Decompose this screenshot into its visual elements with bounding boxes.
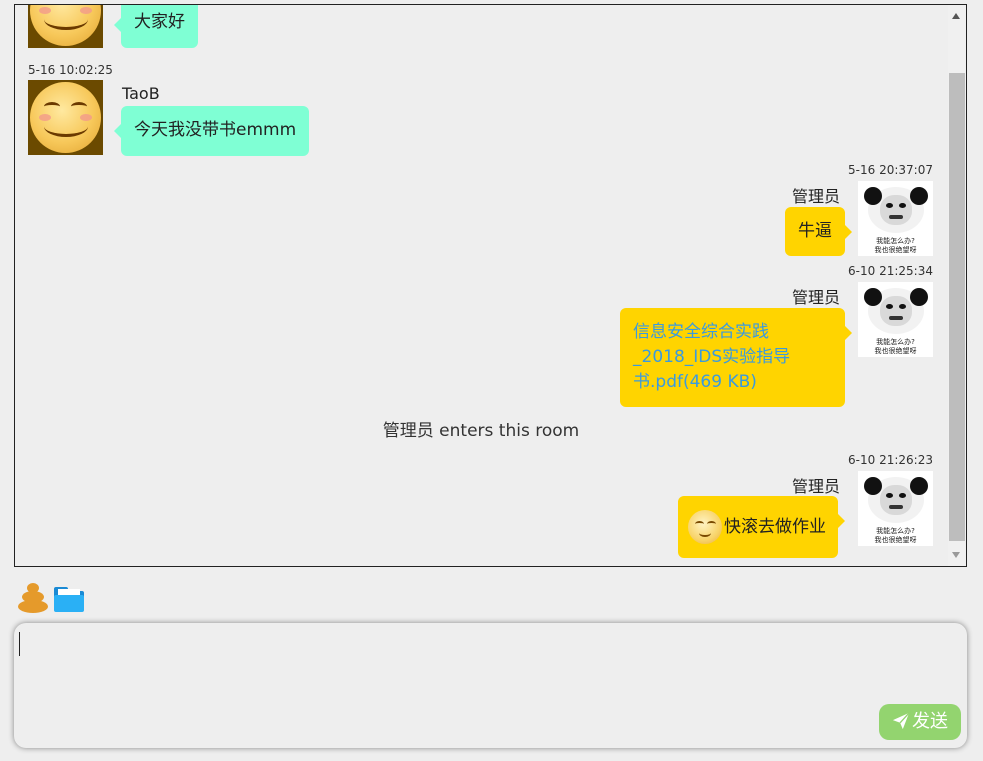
chat-scrollbar[interactable] [948,5,966,566]
poop-icon[interactable] [16,580,50,614]
scroll-down-arrow-icon[interactable] [952,552,960,558]
user-avatar[interactable] [28,80,103,155]
message-timestamp: 5-16 20:37:07 [848,163,933,177]
admin-avatar[interactable]: 我能怎么办? 我也很绝望呀 [858,471,933,546]
panda-caption: 我能怎么办? [876,527,915,535]
smiley-face-icon [30,82,101,153]
scroll-up-arrow-icon[interactable] [952,13,960,19]
panda-caption: 我能怎么办? [876,338,915,346]
message-bubble: 今天我没带书emmm [113,106,310,156]
sender-name: 管理员 [791,187,840,206]
message-bubble: 牛逼 [785,207,852,256]
paper-plane-icon [892,712,910,730]
panda-caption: 我能怎么办? [876,237,915,245]
message-timestamp: 5-16 10:02:25 [28,63,113,77]
smirk-emoji-icon [688,510,722,544]
user-avatar[interactable] [28,5,103,48]
message-text: 快滚去做作业 [724,517,826,537]
smiley-face-icon [30,5,101,46]
system-notice: 管理员 enters this room [382,421,580,441]
admin-avatar[interactable]: 我能怎么办? 我也很绝望呀 [858,181,933,256]
chat-message-panel[interactable]: 大家好 5-16 10:02:25 TaoB 今天我没带书emmm 5-16 2… [14,4,967,567]
message-timestamp: 6-10 21:25:34 [848,264,933,278]
folder-icon[interactable] [52,580,86,614]
message-input[interactable] [18,627,962,709]
file-download-link[interactable]: 信息安全综合实践 _2018_IDS实验指导 书.pdf(469 KB) [633,320,832,395]
message-bubble: 大家好 [114,5,198,48]
send-button-label: 发送 [912,711,948,732]
sender-name: 管理员 [791,288,840,307]
message-bubble: 快滚去做作业 [678,496,845,558]
message-timestamp: 6-10 21:26:23 [848,453,933,467]
message-composer: 发送 [14,623,967,748]
scroll-thumb[interactable] [949,73,965,541]
file-message-bubble: 信息安全综合实践 _2018_IDS实验指导 书.pdf(469 KB) [620,308,852,407]
panda-caption: 我也很绝望呀 [874,536,917,544]
sender-name: TaoB [122,84,160,103]
panda-caption: 我也很绝望呀 [874,347,917,355]
send-button[interactable]: 发送 [879,704,961,740]
text-caret [19,632,20,656]
sender-name: 管理员 [791,477,840,496]
panda-caption: 我也很绝望呀 [874,246,917,254]
admin-avatar[interactable]: 我能怎么办? 我也很绝望呀 [858,282,933,357]
